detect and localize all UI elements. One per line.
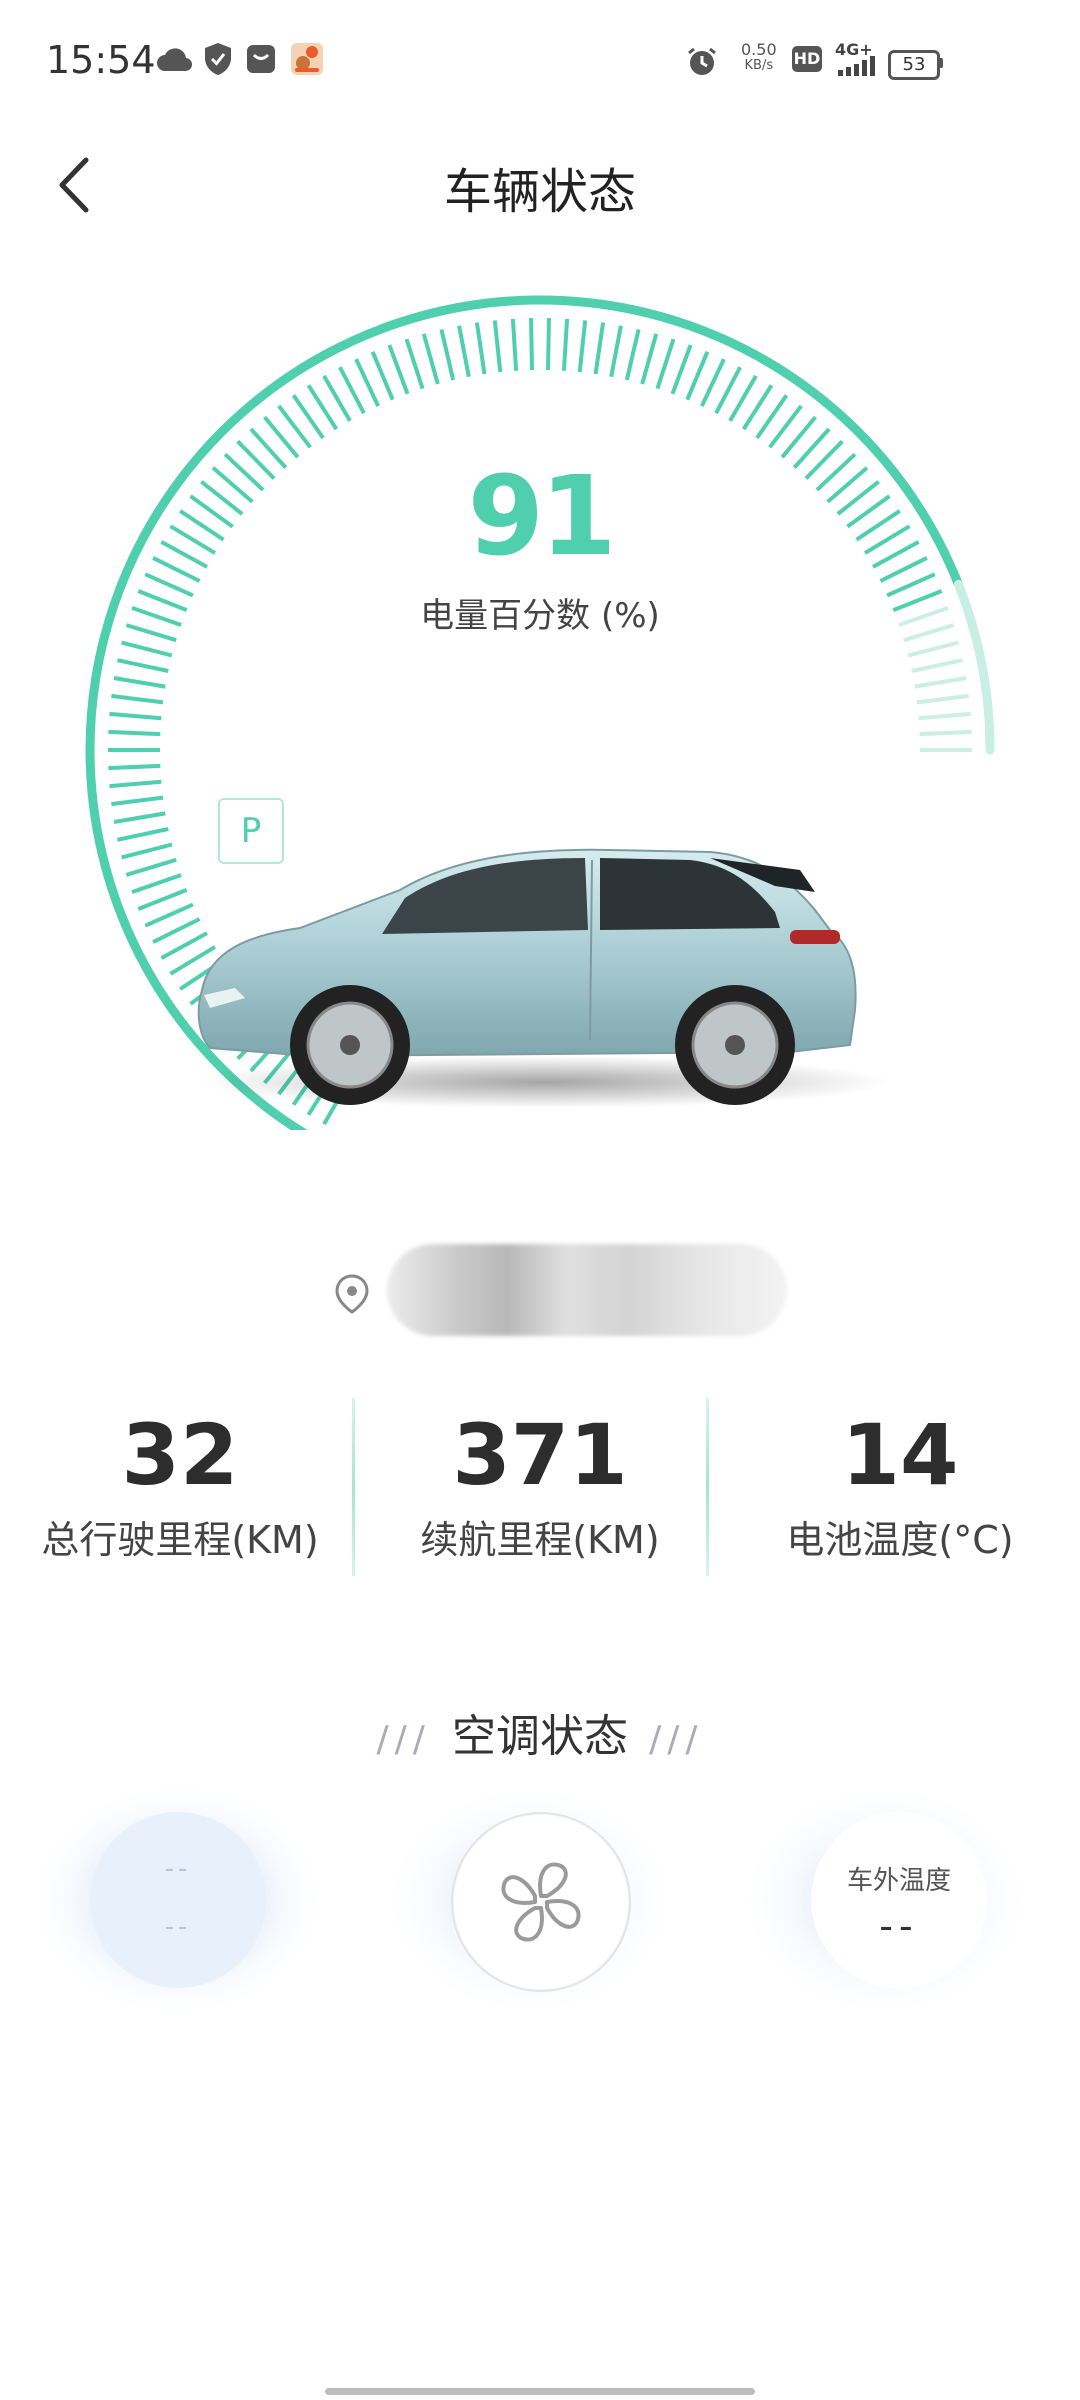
gauge-tick — [919, 729, 972, 737]
stat-value: 14 — [841, 1406, 959, 1504]
ac-outside-temp: 车外温度 -- — [811, 1812, 987, 1988]
gauge-tick — [907, 640, 959, 658]
gauge-tick — [144, 902, 194, 928]
ac-cabin-temp-button[interactable]: -- -- — [90, 1812, 266, 1988]
gauge-tick — [113, 676, 166, 689]
location-address-blurred — [387, 1244, 787, 1336]
gauge-tick — [670, 344, 693, 395]
gauge-tick — [457, 325, 471, 378]
battery-percent-value: 91 — [467, 452, 616, 580]
car-image — [197, 848, 890, 1108]
gauge-tick — [387, 344, 410, 395]
gauge-tick — [111, 693, 164, 705]
gauge-tick — [121, 842, 173, 860]
ac-section-header: /// 空调状态 /// — [0, 1700, 1080, 1770]
gauge-tick — [577, 320, 588, 373]
gauge-tick — [137, 888, 188, 911]
stat-value: 32 — [121, 1406, 239, 1504]
gauge-tick — [624, 328, 641, 381]
fan-icon — [501, 1862, 581, 1942]
gauge-tick — [109, 779, 162, 789]
gauge-tick — [474, 322, 487, 375]
gauge-tick — [111, 795, 164, 807]
home-indicator[interactable] — [325, 2388, 755, 2395]
gauge-tick — [109, 711, 162, 721]
ac-title-deco-left: /// — [376, 1719, 431, 1760]
gauge-tick — [640, 333, 659, 385]
ac-title-deco-right: /// — [649, 1719, 704, 1760]
stat-label: 电池温度(°C) — [786, 1518, 1014, 1562]
ac-cabin-temp-top: -- — [164, 1854, 192, 1884]
gauge-tick — [131, 873, 182, 894]
gauge-tick — [914, 676, 967, 689]
gauge-tick — [916, 693, 969, 705]
ac-outside-temp-label: 车外温度 — [846, 1866, 951, 1896]
stat-label: 总行驶里程(KM) — [41, 1518, 319, 1562]
gauge-tick — [116, 658, 169, 673]
gauge-tick — [699, 358, 726, 408]
stat-divider — [706, 1398, 709, 1576]
gauge-tick — [911, 658, 964, 673]
gauge-tick — [421, 333, 440, 385]
location-pin-icon — [335, 1274, 369, 1314]
gauge-tick — [354, 358, 381, 408]
gauge-tick — [108, 763, 161, 771]
gauge-tick — [116, 827, 169, 842]
gauge-tick — [510, 318, 519, 371]
gauge-tick — [439, 328, 456, 381]
gauge-tick — [655, 338, 676, 390]
gauge-tick — [370, 351, 395, 401]
ac-outside-temp-value: -- — [879, 1904, 919, 1948]
location-row[interactable] — [335, 1232, 795, 1348]
gauge-tick — [685, 351, 710, 401]
stat-battery-temp: 14 电池温度(°C) — [720, 1395, 1080, 1575]
battery-percent-label: 电量百分数 (%) — [420, 596, 660, 636]
vehicle-stats: 32 总行驶里程(KM) 371 续航里程(KM) 14 电池温度(°C) — [0, 1395, 1080, 1575]
gauge-tick — [546, 318, 551, 371]
gauge-tick — [492, 320, 503, 373]
gauge-tick — [593, 322, 606, 375]
gauge-tick — [108, 729, 161, 737]
gauge-tick — [121, 640, 173, 658]
ac-fan-button[interactable] — [451, 1812, 631, 1992]
stat-value: 371 — [452, 1406, 628, 1504]
gauge-tick — [561, 318, 570, 371]
stat-total-mileage: 32 总行驶里程(KM) — [0, 1395, 360, 1575]
ac-section-title: 空调状态 — [452, 1711, 628, 1762]
gauge-tick — [918, 711, 971, 721]
ac-cabin-temp-bottom: -- — [164, 1912, 192, 1942]
stat-label: 续航里程(KM) — [420, 1518, 660, 1562]
gauge-tick — [609, 325, 623, 378]
gauge-tick — [404, 338, 425, 390]
stat-divider — [352, 1398, 355, 1576]
gauge-tick — [125, 857, 177, 877]
gauge-tick — [113, 811, 166, 824]
gauge-tick — [529, 318, 534, 371]
stat-range: 371 续航里程(KM) — [360, 1395, 720, 1575]
